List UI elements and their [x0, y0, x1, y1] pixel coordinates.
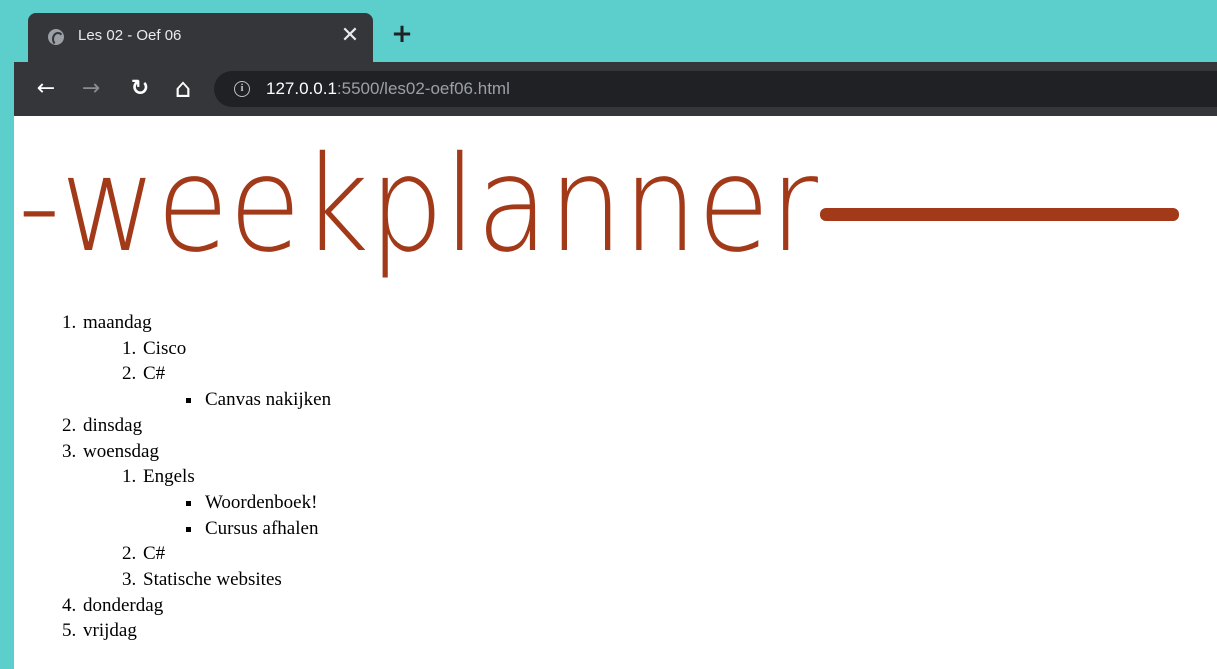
day-label: maandag: [83, 312, 152, 333]
tab-strip: Les 02 - Oef 06 ✕ +: [0, 0, 1217, 62]
subject-list: Cisco C# Canvas nakijken: [83, 336, 331, 413]
info-icon[interactable]: i: [234, 81, 250, 97]
subject-item: Cisco: [141, 336, 331, 362]
url-host: 127.0.0.1: [266, 79, 337, 98]
page-viewport: -weekplanner maandag Cisco C# Canvas nakijk…: [14, 116, 1217, 669]
browser-tab[interactable]: Les 02 - Oef 06 ✕: [28, 13, 373, 62]
globe-icon: [48, 29, 64, 46]
back-arrow-icon[interactable]: ←: [32, 75, 60, 103]
url-path: :5500/les02-oef06.html: [336, 79, 510, 98]
day-item-2: woensdagEngelsWoordenboek!Cursus afhalen…: [81, 439, 331, 593]
subject-label: Engels: [143, 466, 195, 488]
heading-rule: [820, 208, 1179, 221]
page-heading: -weekplanner: [18, 128, 819, 282]
weekplanner-list: maandag Cisco C# Canvas nakijken dinsdag woen…: [14, 310, 331, 644]
day-label: vrijdag: [83, 620, 137, 642]
day-item-4: vrijdag: [81, 618, 331, 644]
task-list: Woordenboek!Cursus afhalen: [143, 490, 331, 541]
day-label: woensdag: [83, 440, 159, 462]
task-list: Canvas nakijken: [143, 387, 331, 413]
browser-toolbar: ← → ↻ ⌂ i 127.0.0.1:5500/les02-oef06.htm…: [14, 62, 1217, 116]
task-item: Woordenboek!: [203, 490, 331, 516]
subject-item: EngelsWoordenboek!Cursus afhalen: [141, 464, 331, 541]
address-bar[interactable]: i 127.0.0.1:5500/les02-oef06.html: [214, 71, 1217, 107]
subject-label: Cisco: [143, 337, 187, 359]
url-text[interactable]: 127.0.0.1:5500/les02-oef06.html: [266, 79, 510, 99]
day-label: donderdag: [83, 594, 164, 616]
subject-label: Statische websites: [143, 569, 282, 591]
subject-list: EngelsWoordenboek!Cursus afhalenC#Statis…: [83, 464, 331, 593]
day-label: dinsdag: [83, 414, 143, 436]
subject-item: Statische websites: [141, 567, 331, 593]
day-item-3: donderdag: [81, 593, 331, 619]
weekplanner-banner: -weekplanner: [18, 128, 1179, 282]
forward-arrow-icon[interactable]: →: [77, 75, 105, 103]
task-item: Cursus afhalen: [203, 516, 331, 542]
subject-item: C# Canvas nakijken: [141, 361, 331, 412]
home-icon[interactable]: ⌂: [169, 75, 197, 103]
subject-item: C#: [141, 541, 331, 567]
new-tab-button[interactable]: +: [390, 21, 414, 47]
subject-label: C#: [143, 363, 166, 385]
subject-label: C#: [143, 543, 166, 565]
day-item-1: dinsdag: [81, 413, 331, 439]
tab-title: Les 02 - Oef 06: [78, 27, 182, 44]
task-item: Canvas nakijken: [203, 387, 331, 413]
day-item-0: maandag Cisco C# Canvas nakijken: [81, 310, 331, 413]
reload-icon[interactable]: ↻: [126, 75, 154, 103]
close-tab-button[interactable]: ✕: [338, 24, 362, 48]
